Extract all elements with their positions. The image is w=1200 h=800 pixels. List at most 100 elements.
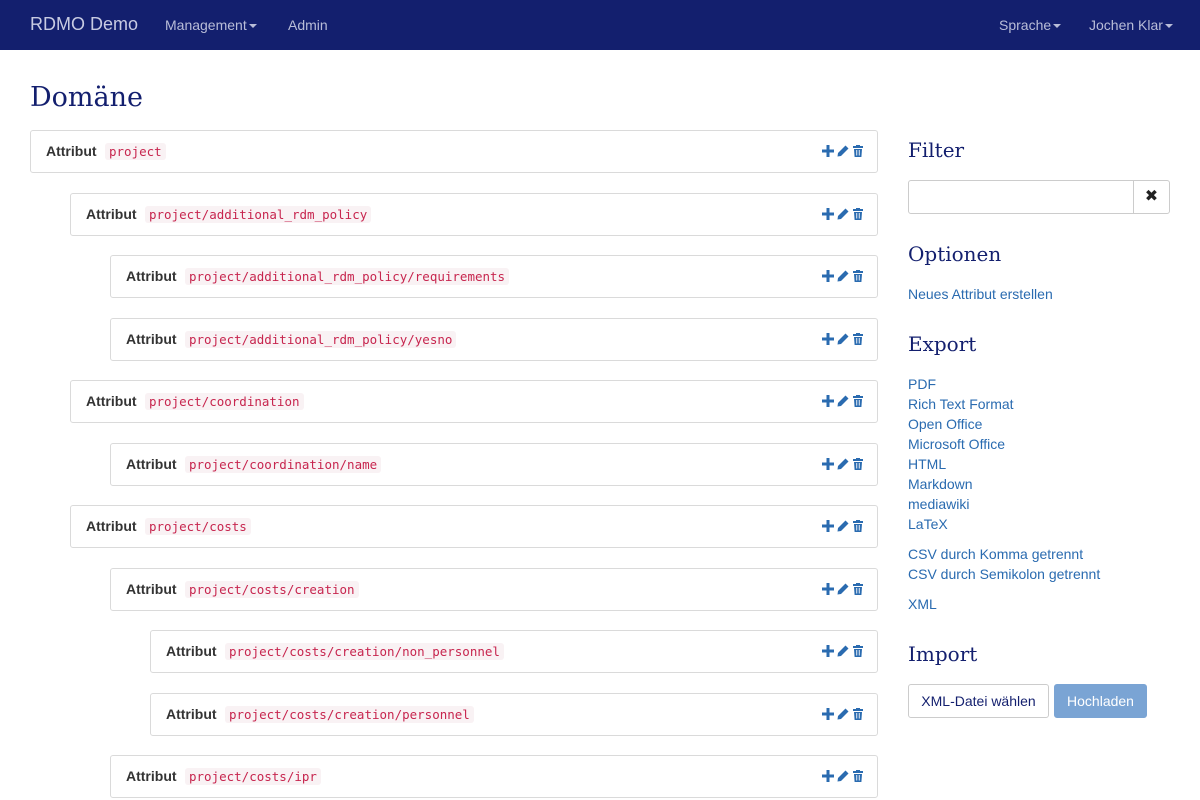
plus-icon[interactable] <box>822 769 834 783</box>
attribute-actions <box>822 707 864 721</box>
attribute-label: Attribut <box>166 706 217 722</box>
trash-icon[interactable] <box>852 144 864 158</box>
filter-input[interactable] <box>908 180 1134 214</box>
plus-icon[interactable] <box>822 582 834 596</box>
export-xml-link[interactable]: XML <box>908 596 937 612</box>
options-heading: Optionen <box>908 242 1002 266</box>
attribute-panel: Attribut project/costs/creation <box>110 568 878 611</box>
export-link[interactable]: Microsoft Office <box>908 436 1005 452</box>
caret-down-icon <box>1164 24 1173 29</box>
plus-icon[interactable] <box>822 332 834 346</box>
attribute-path: project/coordination/name <box>185 456 382 473</box>
trash-icon[interactable] <box>852 519 864 533</box>
choose-file-button[interactable]: XML-Datei wählen <box>908 684 1049 718</box>
attribute-path: project/costs/creation/non_personnel <box>225 643 504 660</box>
attribute-actions <box>822 269 864 283</box>
trash-icon[interactable] <box>852 394 864 408</box>
attribute-label: Attribut <box>126 331 177 347</box>
attribute-panel: Attribut project/costs/creation/non_perso… <box>150 630 878 673</box>
plus-icon[interactable] <box>822 207 834 221</box>
export-link[interactable]: Rich Text Format <box>908 396 1014 412</box>
export-link[interactable]: mediawiki <box>908 496 969 512</box>
import-heading: Import <box>908 642 978 666</box>
caret-down-icon <box>248 24 257 29</box>
attribute-label: Attribut <box>166 643 217 659</box>
export-link[interactable]: HTML <box>908 456 946 472</box>
attribute-label: Attribut <box>86 206 137 222</box>
attribute-panel: Attribut project/additional_rdm_policy/ye… <box>110 318 878 361</box>
pencil-icon[interactable] <box>837 769 849 783</box>
language-label: Sprache <box>999 17 1052 33</box>
attribute-path: project/costs <box>145 518 251 535</box>
pencil-icon[interactable] <box>837 457 849 471</box>
export-heading: Export <box>908 332 977 356</box>
pencil-icon[interactable] <box>837 269 849 283</box>
attribute-label: Attribut <box>86 393 137 409</box>
attribute-actions <box>822 457 864 471</box>
language-menu[interactable]: Sprache <box>999 17 1062 33</box>
trash-icon[interactable] <box>852 707 864 721</box>
pencil-icon[interactable] <box>837 144 849 158</box>
plus-icon[interactable] <box>822 457 834 471</box>
plus-icon[interactable] <box>822 707 834 721</box>
pencil-icon[interactable] <box>837 707 849 721</box>
export-link[interactable]: LaTeX <box>908 516 948 532</box>
attribute-panel: Attribut project/additional_rdm_policy <box>70 193 878 236</box>
filter-heading: Filter <box>908 138 965 162</box>
pencil-icon[interactable] <box>837 207 849 221</box>
attribute-actions <box>822 519 864 533</box>
plus-icon[interactable] <box>822 394 834 408</box>
page-title: Domäne <box>30 82 143 113</box>
export-link[interactable]: Markdown <box>908 476 973 492</box>
attribute-panel: Attribut project/coordination/name <box>110 443 878 486</box>
close-icon: ✖ <box>1144 188 1159 205</box>
trash-icon[interactable] <box>852 769 864 783</box>
admin-link[interactable]: Admin <box>288 17 328 33</box>
pencil-icon[interactable] <box>837 644 849 658</box>
attribute-actions <box>822 144 864 158</box>
attribute-label: Attribut <box>126 268 177 284</box>
export-link[interactable]: Open Office <box>908 416 982 432</box>
attribute-actions <box>822 394 864 408</box>
user-menu[interactable]: Jochen Klar <box>1089 17 1173 33</box>
export-link[interactable]: PDF <box>908 376 936 392</box>
attribute-actions <box>822 332 864 346</box>
attribute-actions <box>822 207 864 221</box>
attribute-label: Attribut <box>126 456 177 472</box>
attribute-actions <box>822 582 864 596</box>
attribute-path: project/costs/ipr <box>185 768 321 785</box>
attribute-actions <box>822 769 864 783</box>
attribute-label: Attribut <box>46 143 97 159</box>
attribute-actions <box>822 644 864 658</box>
attribute-label: Attribut <box>126 581 177 597</box>
caret-down-icon <box>1053 24 1062 29</box>
attribute-path: project/coordination <box>145 393 304 410</box>
pencil-icon[interactable] <box>837 519 849 533</box>
trash-icon[interactable] <box>852 332 864 346</box>
attribute-label: Attribut <box>126 768 177 784</box>
attribute-panel: Attribut project/costs <box>70 505 878 548</box>
filter-clear-button[interactable]: ✖ <box>1133 180 1170 214</box>
create-attribute-link[interactable]: Neues Attribut erstellen <box>908 286 1053 302</box>
attribute-path: project <box>105 143 166 160</box>
brand-link[interactable]: RDMO Demo <box>30 14 138 35</box>
trash-icon[interactable] <box>852 269 864 283</box>
attribute-path: project/costs/creation <box>185 581 359 598</box>
attribute-panel: Attribut project <box>30 130 878 173</box>
trash-icon[interactable] <box>852 207 864 221</box>
trash-icon[interactable] <box>852 644 864 658</box>
plus-icon[interactable] <box>822 519 834 533</box>
export-csv-comma-link[interactable]: CSV durch Komma getrennt <box>908 546 1083 562</box>
plus-icon[interactable] <box>822 644 834 658</box>
pencil-icon[interactable] <box>837 394 849 408</box>
pencil-icon[interactable] <box>837 332 849 346</box>
plus-icon[interactable] <box>822 269 834 283</box>
export-csv-semicolon-link[interactable]: CSV durch Semikolon getrennt <box>908 566 1100 582</box>
management-menu[interactable]: Management <box>165 17 257 33</box>
trash-icon[interactable] <box>852 582 864 596</box>
plus-icon[interactable] <box>822 144 834 158</box>
trash-icon[interactable] <box>852 457 864 471</box>
pencil-icon[interactable] <box>837 582 849 596</box>
upload-button[interactable]: Hochladen <box>1054 684 1147 718</box>
attribute-path: project/additional_rdm_policy/yesno <box>185 331 457 348</box>
